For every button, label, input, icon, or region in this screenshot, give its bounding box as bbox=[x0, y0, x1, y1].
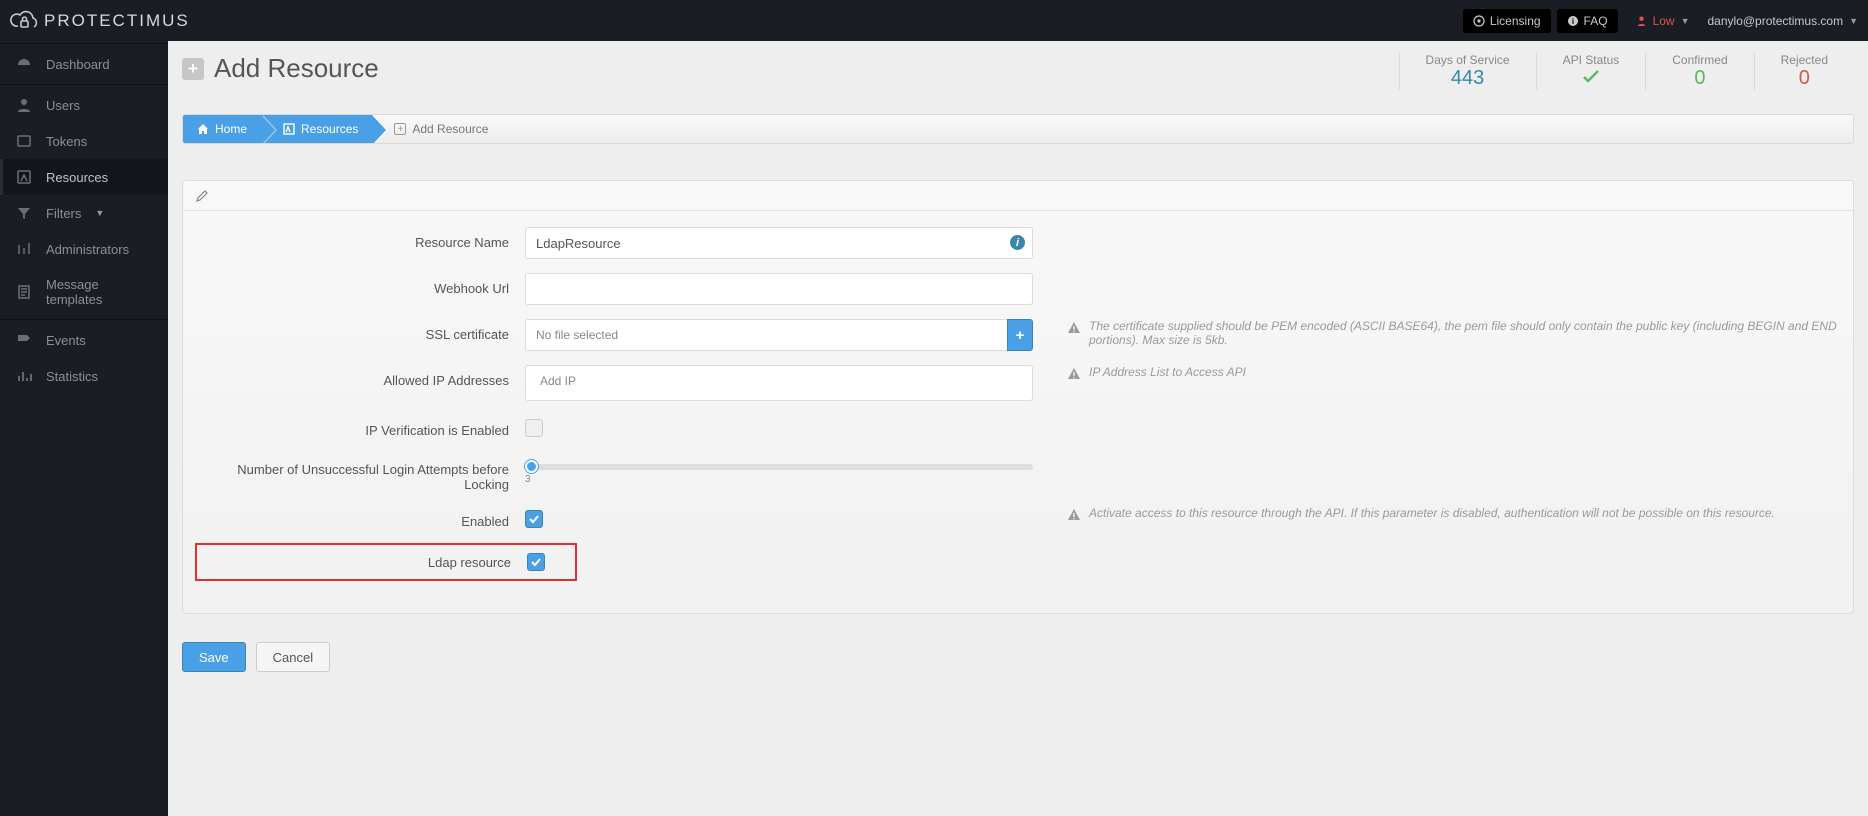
cancel-button[interactable]: Cancel bbox=[256, 642, 330, 672]
ip-hint: IP Address List to Access API bbox=[1033, 365, 1841, 381]
ip-verification-checkbox[interactable] bbox=[525, 419, 543, 437]
chevron-down-icon: ▼ bbox=[1849, 16, 1858, 26]
sidebar-item-templates[interactable]: Message templates bbox=[0, 267, 168, 317]
events-icon bbox=[16, 332, 32, 348]
enabled-hint: Activate access to this resource through… bbox=[1033, 506, 1841, 522]
tokens-icon bbox=[16, 133, 32, 149]
label-attempts: Number of Unsuccessful Login Attempts be… bbox=[195, 454, 525, 492]
sidebar-item-statistics[interactable]: Statistics bbox=[0, 358, 168, 394]
form-panel: Resource Name i Webhook Url SSL certific… bbox=[182, 180, 1854, 614]
breadcrumb: Home Resources + Add Resource bbox=[182, 114, 1854, 144]
ldap-highlight: Ldap resource bbox=[195, 543, 577, 581]
edit-icon bbox=[283, 123, 295, 135]
save-button[interactable]: Save bbox=[182, 642, 246, 672]
warning-icon bbox=[1067, 367, 1081, 381]
chevron-down-icon: ▼ bbox=[95, 208, 104, 218]
panel-toolbar bbox=[183, 181, 1853, 211]
slider-handle[interactable] bbox=[525, 460, 538, 473]
user-icon bbox=[16, 97, 32, 113]
topbar: PROTECTIMUS Licensing i FAQ Low ▼ danylo… bbox=[0, 0, 1868, 41]
pencil-icon[interactable] bbox=[195, 189, 209, 203]
enabled-checkbox[interactable] bbox=[525, 510, 543, 528]
sidebar-item-administrators[interactable]: Administrators bbox=[0, 231, 168, 267]
crumb-resources[interactable]: Resources bbox=[261, 115, 372, 143]
label-resource-name: Resource Name bbox=[195, 227, 525, 250]
stat-days: Days of Service 443 bbox=[1399, 53, 1536, 90]
templates-icon bbox=[16, 284, 32, 300]
info-icon[interactable]: i bbox=[1010, 235, 1025, 250]
info-icon: i bbox=[1567, 15, 1579, 27]
webhook-input[interactable] bbox=[525, 273, 1033, 305]
svg-text:i: i bbox=[1571, 17, 1573, 26]
stat-confirmed: Confirmed 0 bbox=[1645, 53, 1753, 90]
dashboard-icon bbox=[16, 56, 32, 72]
sidebar-item-filters[interactable]: Filters ▼ bbox=[0, 195, 168, 231]
plus-square-icon: + bbox=[394, 123, 406, 135]
label-allowed-ip: Allowed IP Addresses bbox=[195, 365, 525, 388]
ssl-file-add-button[interactable]: + bbox=[1007, 319, 1033, 351]
chevron-down-icon: ▼ bbox=[1681, 16, 1690, 26]
ssl-file-picker[interactable]: No file selected + bbox=[525, 319, 1033, 351]
attempts-value: 3 bbox=[525, 474, 1033, 485]
plus-square-icon: + bbox=[182, 58, 204, 80]
sidebar: Dashboard Users Tokens Resources Filters… bbox=[0, 41, 168, 816]
sidebar-item-tokens[interactable]: Tokens bbox=[0, 123, 168, 159]
allowed-ip-input[interactable]: Add IP bbox=[525, 365, 1033, 401]
cloud-lock-icon bbox=[10, 10, 38, 32]
label-webhook: Webhook Url bbox=[195, 273, 525, 296]
label-ip-verification: IP Verification is Enabled bbox=[195, 415, 525, 438]
stat-api: API Status bbox=[1536, 53, 1646, 90]
ssl-file-text: No file selected bbox=[525, 319, 1007, 351]
user-red-icon bbox=[1636, 15, 1647, 26]
stat-rejected: Rejected 0 bbox=[1754, 53, 1854, 90]
check-icon bbox=[1563, 67, 1620, 90]
brand-logo: PROTECTIMUS bbox=[10, 10, 190, 32]
ssl-hint: The certificate supplied should be PEM e… bbox=[1033, 319, 1841, 347]
stats-icon bbox=[16, 368, 32, 384]
label-ldap: Ldap resource bbox=[197, 555, 527, 570]
resources-icon bbox=[16, 169, 32, 185]
crumb-current: + Add Resource bbox=[372, 115, 502, 143]
filter-icon bbox=[16, 205, 32, 221]
warning-icon bbox=[1067, 508, 1081, 522]
low-menu[interactable]: Low ▼ bbox=[1636, 14, 1690, 28]
page-title: Add Resource bbox=[214, 53, 379, 84]
user-email-menu[interactable]: danylo@protectimus.com ▼ bbox=[1708, 14, 1859, 28]
warning-icon bbox=[1067, 321, 1081, 335]
sidebar-item-dashboard[interactable]: Dashboard bbox=[0, 46, 168, 82]
sidebar-item-users[interactable]: Users bbox=[0, 87, 168, 123]
faq-button[interactable]: i FAQ bbox=[1557, 9, 1618, 33]
brand-text: PROTECTIMUS bbox=[44, 11, 190, 31]
sidebar-item-resources[interactable]: Resources bbox=[0, 159, 168, 195]
attempts-slider[interactable] bbox=[525, 464, 1033, 470]
main-content: + Add Resource Days of Service 443 API S… bbox=[168, 41, 1868, 816]
crumb-home[interactable]: Home bbox=[183, 115, 261, 143]
label-enabled: Enabled bbox=[195, 506, 525, 529]
licensing-button[interactable]: Licensing bbox=[1463, 9, 1551, 33]
sidebar-item-events[interactable]: Events bbox=[0, 322, 168, 358]
admins-icon bbox=[16, 241, 32, 257]
home-icon bbox=[197, 123, 209, 135]
form-actions: Save Cancel bbox=[182, 642, 1854, 672]
page-header: + Add Resource Days of Service 443 API S… bbox=[182, 53, 1854, 90]
ldap-checkbox[interactable] bbox=[527, 553, 545, 571]
label-ssl: SSL certificate bbox=[195, 319, 525, 342]
gear-icon bbox=[1473, 15, 1485, 27]
resource-name-input[interactable] bbox=[525, 227, 1033, 259]
